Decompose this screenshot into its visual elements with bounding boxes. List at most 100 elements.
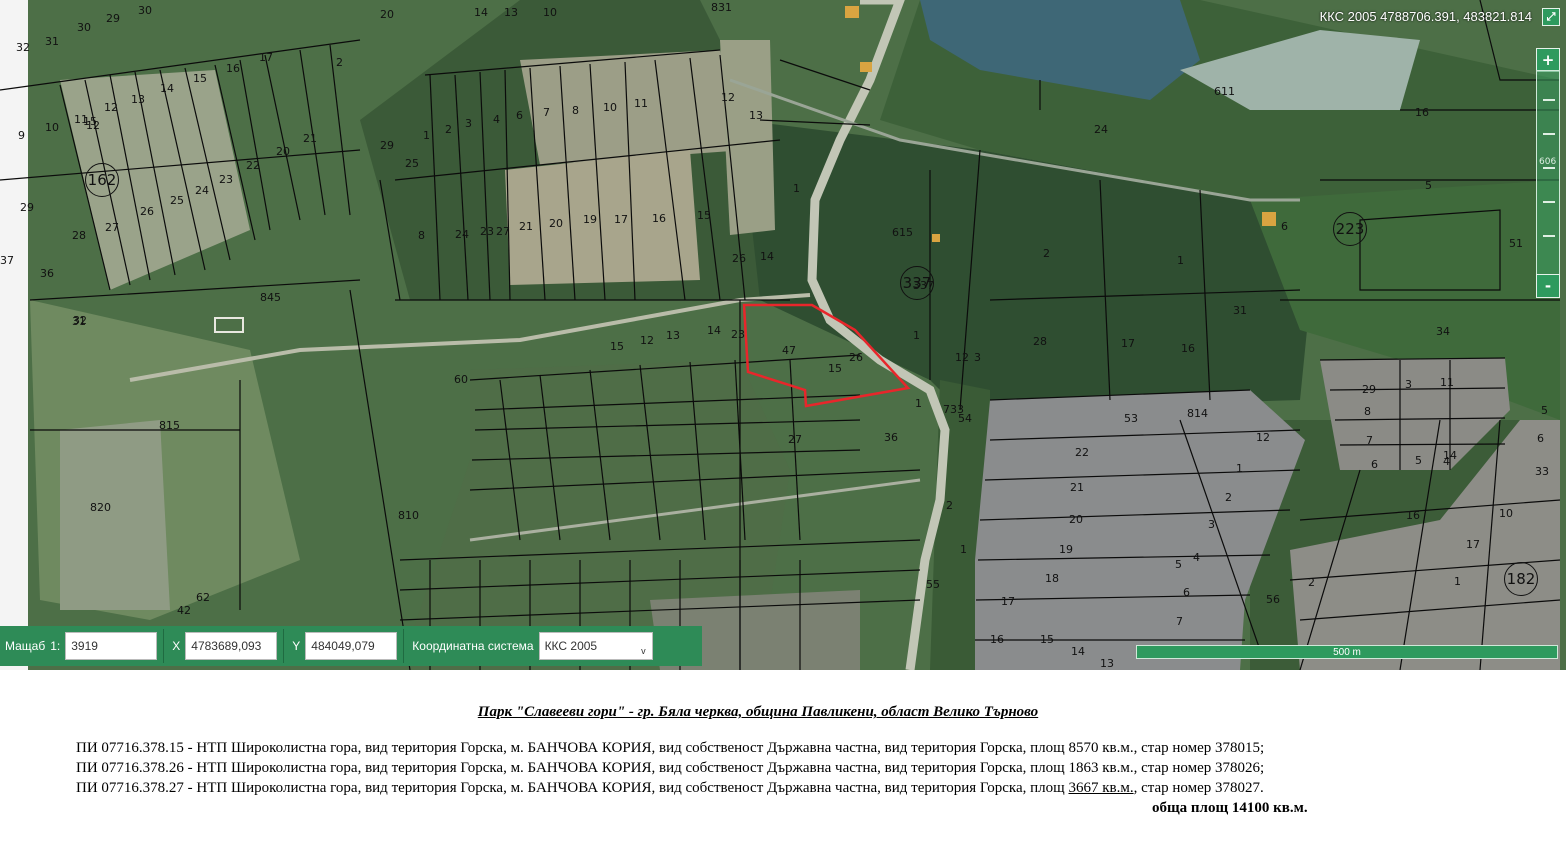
parcel-number: 4 xyxy=(1193,551,1200,564)
parcel-number: 31 xyxy=(45,35,59,48)
parcel-number: 31 xyxy=(1233,304,1247,317)
parcel-number: 3 xyxy=(1405,378,1412,391)
parcel-line: ПИ 07716.378.15 - НТП Широколистна гора,… xyxy=(76,740,1265,756)
parcel-number: 820 xyxy=(90,501,111,514)
parcel-number: 12 xyxy=(104,101,118,114)
parcel-number: 16 xyxy=(652,212,666,225)
district-number: 162 xyxy=(85,163,119,197)
parcel-number: 3 xyxy=(974,351,981,364)
parcel-number: 29 xyxy=(380,139,394,152)
parcel-number: 13 xyxy=(1100,657,1114,670)
parcel-number: 16 xyxy=(1406,509,1420,522)
parcel-number: 615 xyxy=(892,226,913,239)
document-title: Парк "Славееви гори" - гр. Бяла черква, … xyxy=(477,704,1039,720)
parcel-line-text: , стар номер 378027. xyxy=(1133,780,1264,796)
parcel-number: 9 xyxy=(18,129,25,142)
parcel-area-underlined: 3667 кв.м. xyxy=(1068,780,1134,796)
parcel-number: 16 xyxy=(226,62,240,75)
parcel-number: 6 xyxy=(1281,220,1288,233)
parcel-number: 12 xyxy=(640,334,654,347)
parcel-number: 32 xyxy=(16,41,30,54)
parcel-number: 5 xyxy=(1415,454,1422,467)
coordinate-system-select[interactable]: ККС 2005 v xyxy=(538,632,653,660)
parcel-number: 2 xyxy=(445,123,452,136)
parcel-number: 51 xyxy=(1509,237,1523,250)
parcel-number: 26 xyxy=(140,205,154,218)
scale-input[interactable]: 3919 xyxy=(65,632,158,660)
district-number: 337 xyxy=(900,266,934,300)
parcel-number: 1 xyxy=(423,129,430,142)
parcel-number: 10 xyxy=(603,101,617,114)
x-coordinate-input[interactable]: 4783689,093 xyxy=(185,632,278,660)
x-coordinate-label: X xyxy=(172,639,181,653)
parcel-number: 12 xyxy=(86,119,100,132)
parcel-number: 14 xyxy=(1071,645,1085,658)
parcel-number: 32 xyxy=(73,314,87,327)
parcel-number: 11 xyxy=(634,97,648,110)
parcel-number: 8 xyxy=(572,104,579,117)
parcel-number: 16 xyxy=(1181,342,1195,355)
satellite-imagery xyxy=(0,0,1566,670)
parcel-number: 6 xyxy=(1183,586,1190,599)
parcel-number: 15 xyxy=(193,72,207,85)
parcel-number: 5 xyxy=(1541,404,1548,417)
parcel-number: 8 xyxy=(418,229,425,242)
parcel-number: 29 xyxy=(106,12,120,25)
parcel-line: ПИ 07716.378.27 - НТП Широколистна гора,… xyxy=(76,780,1264,797)
parcel-number: 12 xyxy=(1256,431,1270,444)
y-coordinate-input[interactable]: 484049,079 xyxy=(305,632,398,660)
parcel-line-text: ПИ 07716.378.27 - НТП Широколистна гора,… xyxy=(76,780,1069,796)
zoom-in-button[interactable]: + xyxy=(1536,48,1560,72)
parcel-number: 2 xyxy=(946,499,953,512)
parcel-number: 23 xyxy=(219,173,233,186)
parcel-number: 21 xyxy=(303,132,317,145)
parcel-number: 21 xyxy=(1070,481,1084,494)
parcel-number: 20 xyxy=(549,217,563,230)
total-area: обща площ 14100 кв.м. xyxy=(1152,800,1308,816)
parcel-number: 26 xyxy=(732,252,746,265)
parcel-number: 30 xyxy=(77,21,91,34)
parcel-number: 22 xyxy=(1075,446,1089,459)
parcel-number: 25 xyxy=(170,194,184,207)
cadastral-map[interactable]: 31 30 29 30 14 13 10 831 32 9 10 11 12 13 14 15 16 17 2 15 1… xyxy=(0,0,1566,670)
parcel-number: 29 xyxy=(1362,383,1376,396)
parcel-number: 15 xyxy=(610,340,624,353)
zoom-out-button[interactable]: - xyxy=(1536,274,1560,298)
parcel-number: 17 xyxy=(1466,538,1480,551)
parcel-number: 7 xyxy=(543,106,550,119)
parcel-number: 611 xyxy=(1214,85,1235,98)
parcel-number: 20 xyxy=(380,8,394,21)
parcel-number: 20 xyxy=(276,145,290,158)
parcel-number: 5 xyxy=(1175,558,1182,571)
parcel-number: 27 xyxy=(788,433,802,446)
parcel-number: 33 xyxy=(1535,465,1549,478)
zoom-slider[interactable]: 606 xyxy=(1536,70,1560,280)
parcel-number: 17 xyxy=(614,213,628,226)
parcel-number: 19 xyxy=(583,213,597,226)
parcel-number: 21 xyxy=(519,220,533,233)
parcel-number: 15 xyxy=(697,209,711,222)
scale-bar: 500 m xyxy=(1136,645,1558,659)
parcel-number: 28 xyxy=(72,229,86,242)
parcel-number: 1 xyxy=(915,397,922,410)
parcel-number: 4 xyxy=(493,113,500,126)
parcel-number: 831 xyxy=(711,1,732,14)
zoom-control[interactable]: + 606 - xyxy=(1536,12,1562,300)
parcel-number: 12 xyxy=(721,91,735,104)
coordinate-system-label: Координатна система xyxy=(412,639,534,653)
parcel-number: 27 xyxy=(105,221,119,234)
parcel-number: 14 xyxy=(160,82,174,95)
parcel-number: 11 xyxy=(1440,376,1454,389)
parcel-number: 42 xyxy=(177,604,191,617)
parcel-number: 13 xyxy=(749,109,763,122)
parcel-number: 25 xyxy=(405,157,419,170)
parcel-number: 10 xyxy=(543,6,557,19)
parcel-number: 55 xyxy=(926,578,940,591)
parcel-number: 27 xyxy=(496,225,510,238)
parcel-number: 26 xyxy=(849,351,863,364)
parcel-number: 815 xyxy=(159,419,180,432)
parcel-number: 15 xyxy=(828,362,842,375)
district-number: 223 xyxy=(1333,212,1367,246)
y-coordinate-label: Y xyxy=(292,639,301,653)
parcel-number: 18 xyxy=(1045,572,1059,585)
